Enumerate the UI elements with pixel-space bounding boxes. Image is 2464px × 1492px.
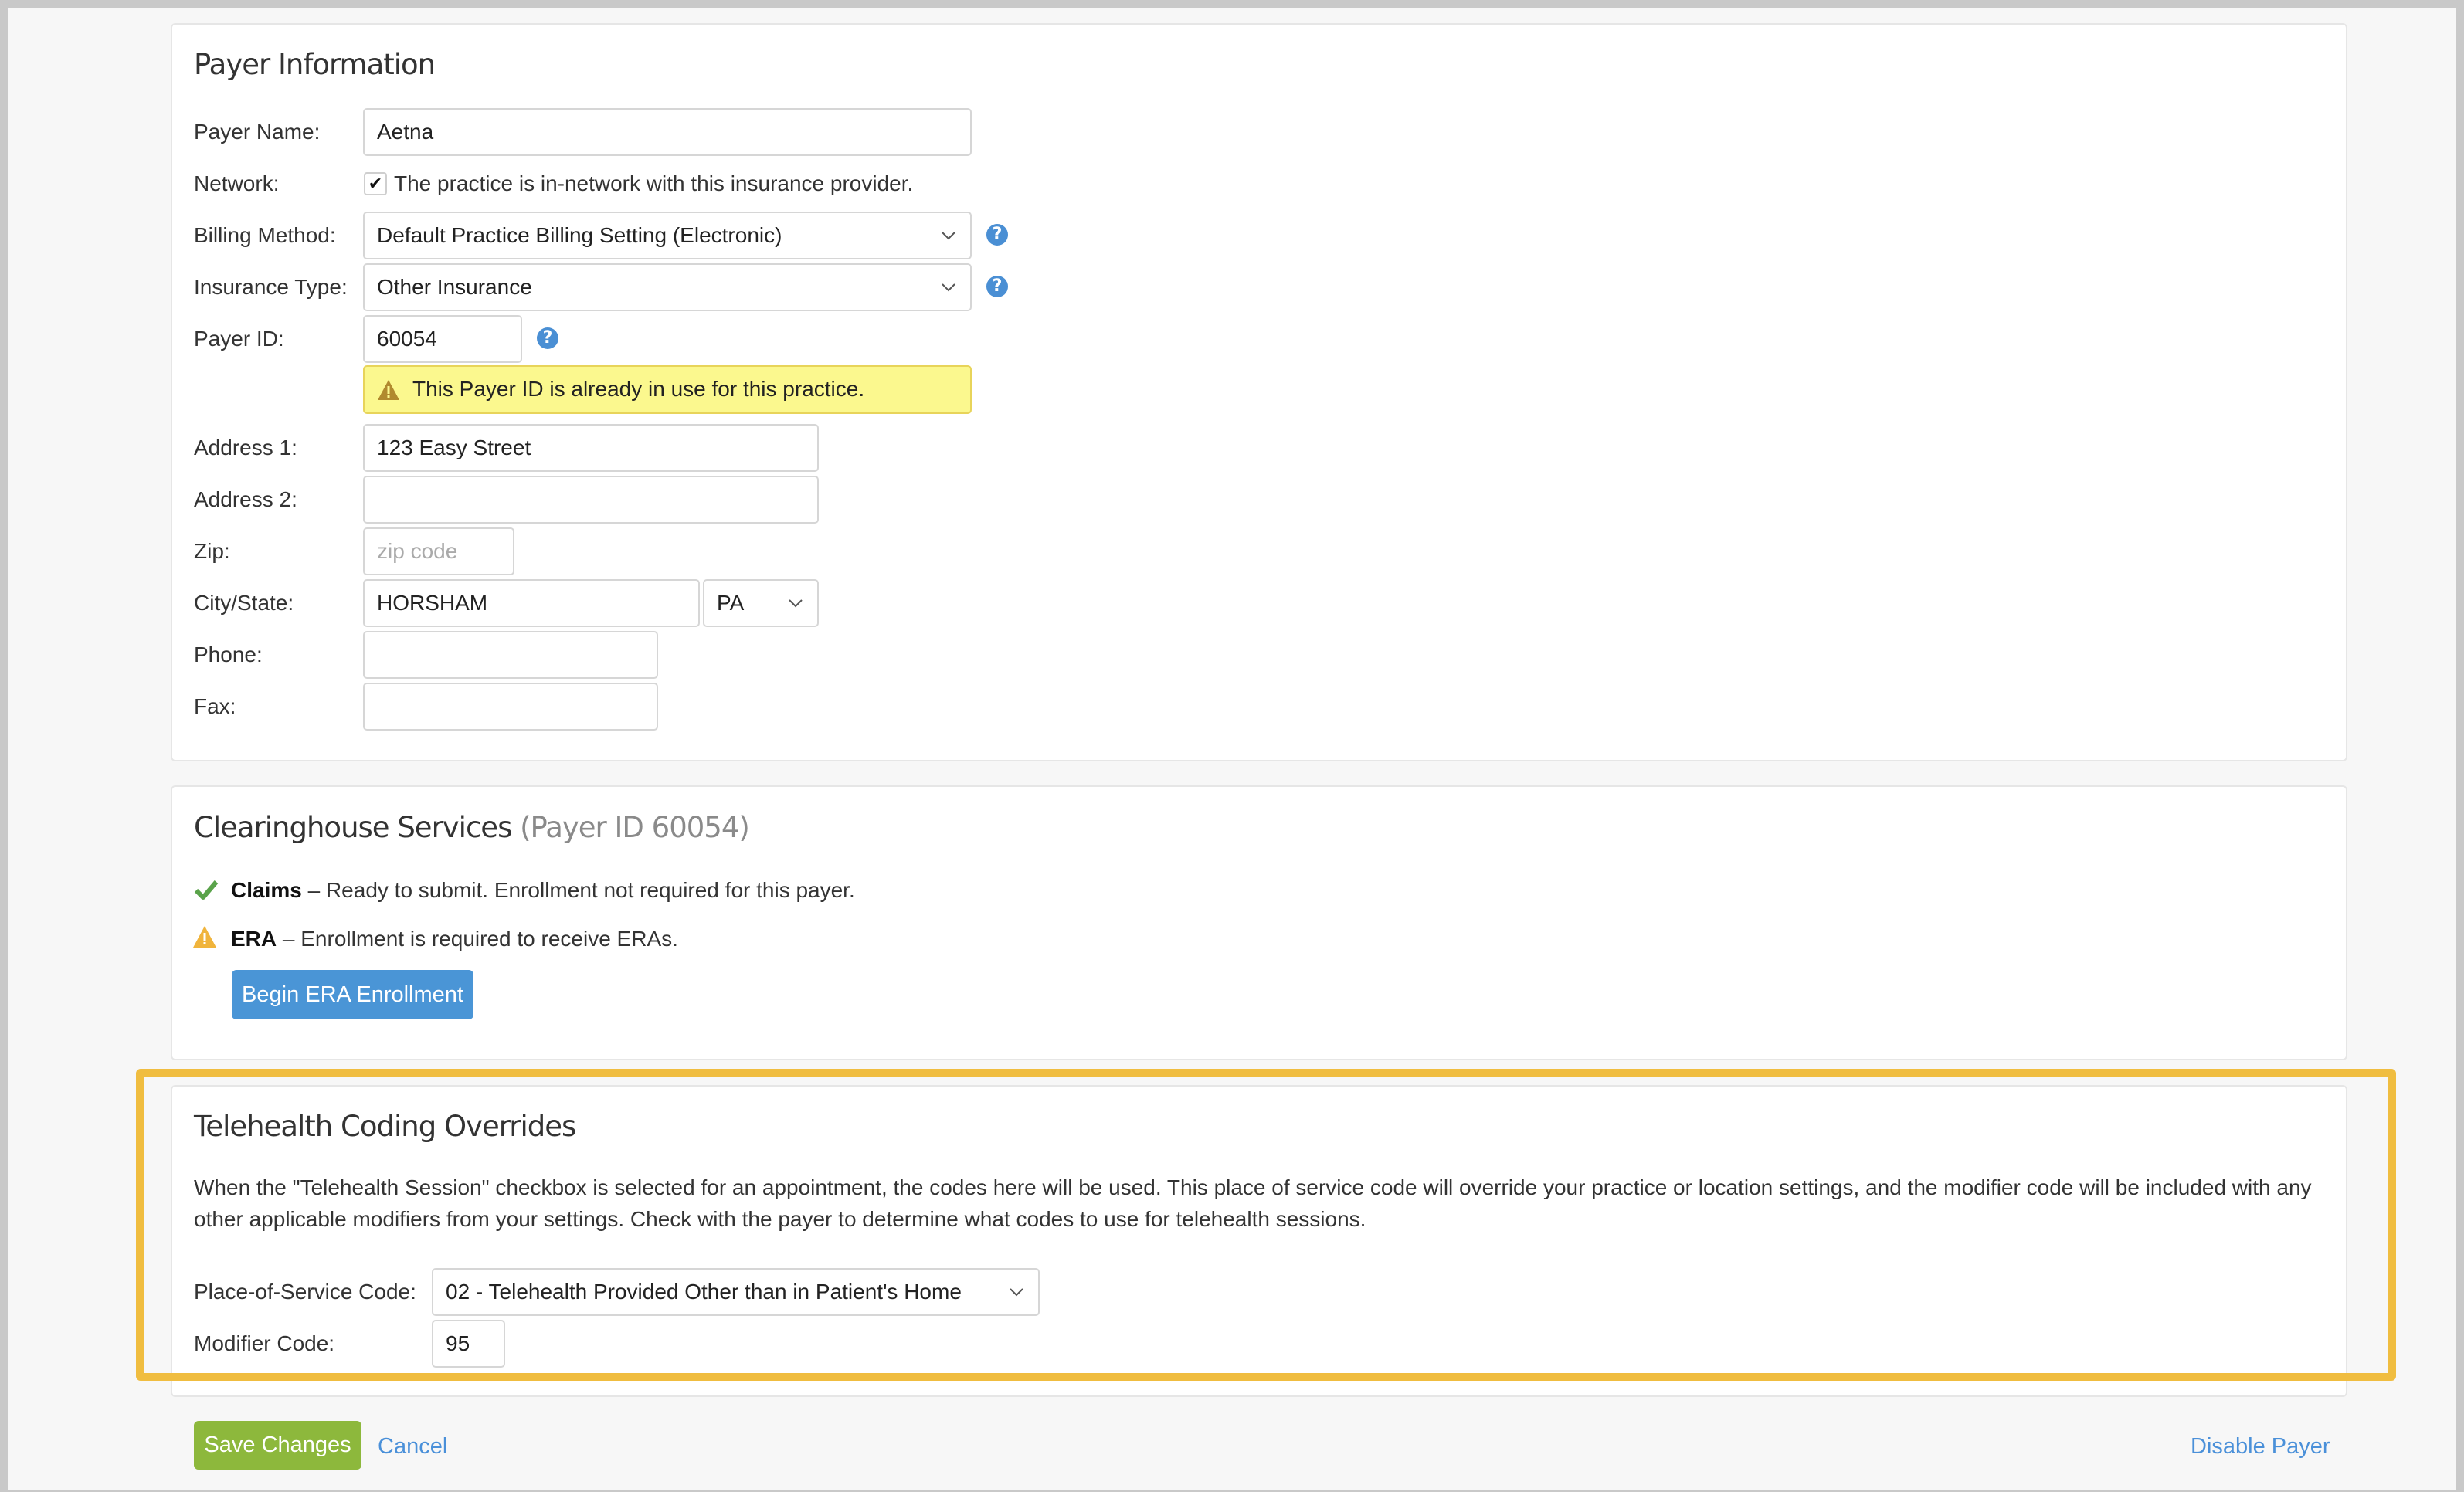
address1-input[interactable]: 123 Easy Street [363,424,819,472]
state-select[interactable]: PA [703,579,819,627]
city-input[interactable]: HORSHAM [363,579,700,627]
payer-id-warning-text: This Payer ID is already in use for this… [412,377,865,401]
payer-id-label: Payer ID: [194,327,284,351]
clearinghouse-title: Clearinghouse Services [194,811,512,844]
address2-input[interactable] [363,476,819,524]
phone-input[interactable] [363,631,658,679]
insurance-type-select[interactable]: Other Insurance [363,263,972,311]
clearinghouse-payer-id: (Payer ID 60054) [520,811,750,844]
payer-name-input[interactable]: Aetna [363,108,972,156]
payer-id-warning: This Payer ID is already in use for this… [363,365,972,414]
chevron-down-icon [942,232,955,240]
payer-name-label: Payer Name: [194,120,321,144]
billing-method-value: Default Practice Billing Setting (Electr… [377,223,782,247]
payer-information-heading: Payer Information [194,48,436,81]
state-value: PA [717,591,745,615]
warning-icon [378,380,399,400]
in-network-checkbox-label[interactable]: The practice is in-network with this ins… [394,171,913,196]
zip-label: Zip: [194,539,230,563]
billing-method-help-icon[interactable]: ? [986,224,1008,246]
address2-label: Address 2: [194,487,297,511]
disable-payer-link[interactable]: Disable Payer [2191,1434,2330,1460]
cancel-link[interactable]: Cancel [378,1434,447,1460]
city-state-label: City/State: [194,591,294,615]
fax-input[interactable] [363,683,658,731]
network-label: Network: [194,171,280,195]
payer-id-input[interactable]: 60054 [363,315,522,363]
claims-status: Claims – Ready to submit. Enrollment not… [231,878,855,903]
era-status: ERA – Enrollment is required to receive … [231,927,678,951]
claims-text: – Ready to submit. Enrollment not requir… [301,878,855,902]
address1-label: Address 1: [194,436,297,459]
billing-method-label: Billing Method: [194,223,336,247]
fax-label: Fax: [194,694,236,718]
insurance-type-label: Insurance Type: [194,275,348,299]
save-changes-button[interactable]: Save Changes [194,1421,361,1470]
claims-name: Claims [231,878,302,902]
payer-id-help-icon[interactable]: ? [537,327,558,349]
chevron-down-icon [789,599,803,608]
era-text: – Enrollment is required to receive ERAs… [277,927,678,951]
zip-input[interactable]: zip code [363,527,514,575]
chevron-down-icon [942,283,955,292]
era-name: ERA [231,927,277,951]
telehealth-highlight-box [136,1069,2396,1381]
clearinghouse-heading: Clearinghouse Services (Payer ID 60054) [194,811,750,844]
warning-icon [193,926,216,948]
insurance-type-help-icon[interactable]: ? [986,276,1008,297]
phone-label: Phone: [194,643,263,666]
begin-era-enrollment-button[interactable]: Begin ERA Enrollment [232,970,473,1019]
insurance-type-value: Other Insurance [377,275,532,299]
in-network-checkbox[interactable]: ✔ [364,172,387,195]
checkmark-icon: ✔ [368,174,383,193]
billing-method-select[interactable]: Default Practice Billing Setting (Electr… [363,212,972,259]
check-icon [194,880,219,900]
